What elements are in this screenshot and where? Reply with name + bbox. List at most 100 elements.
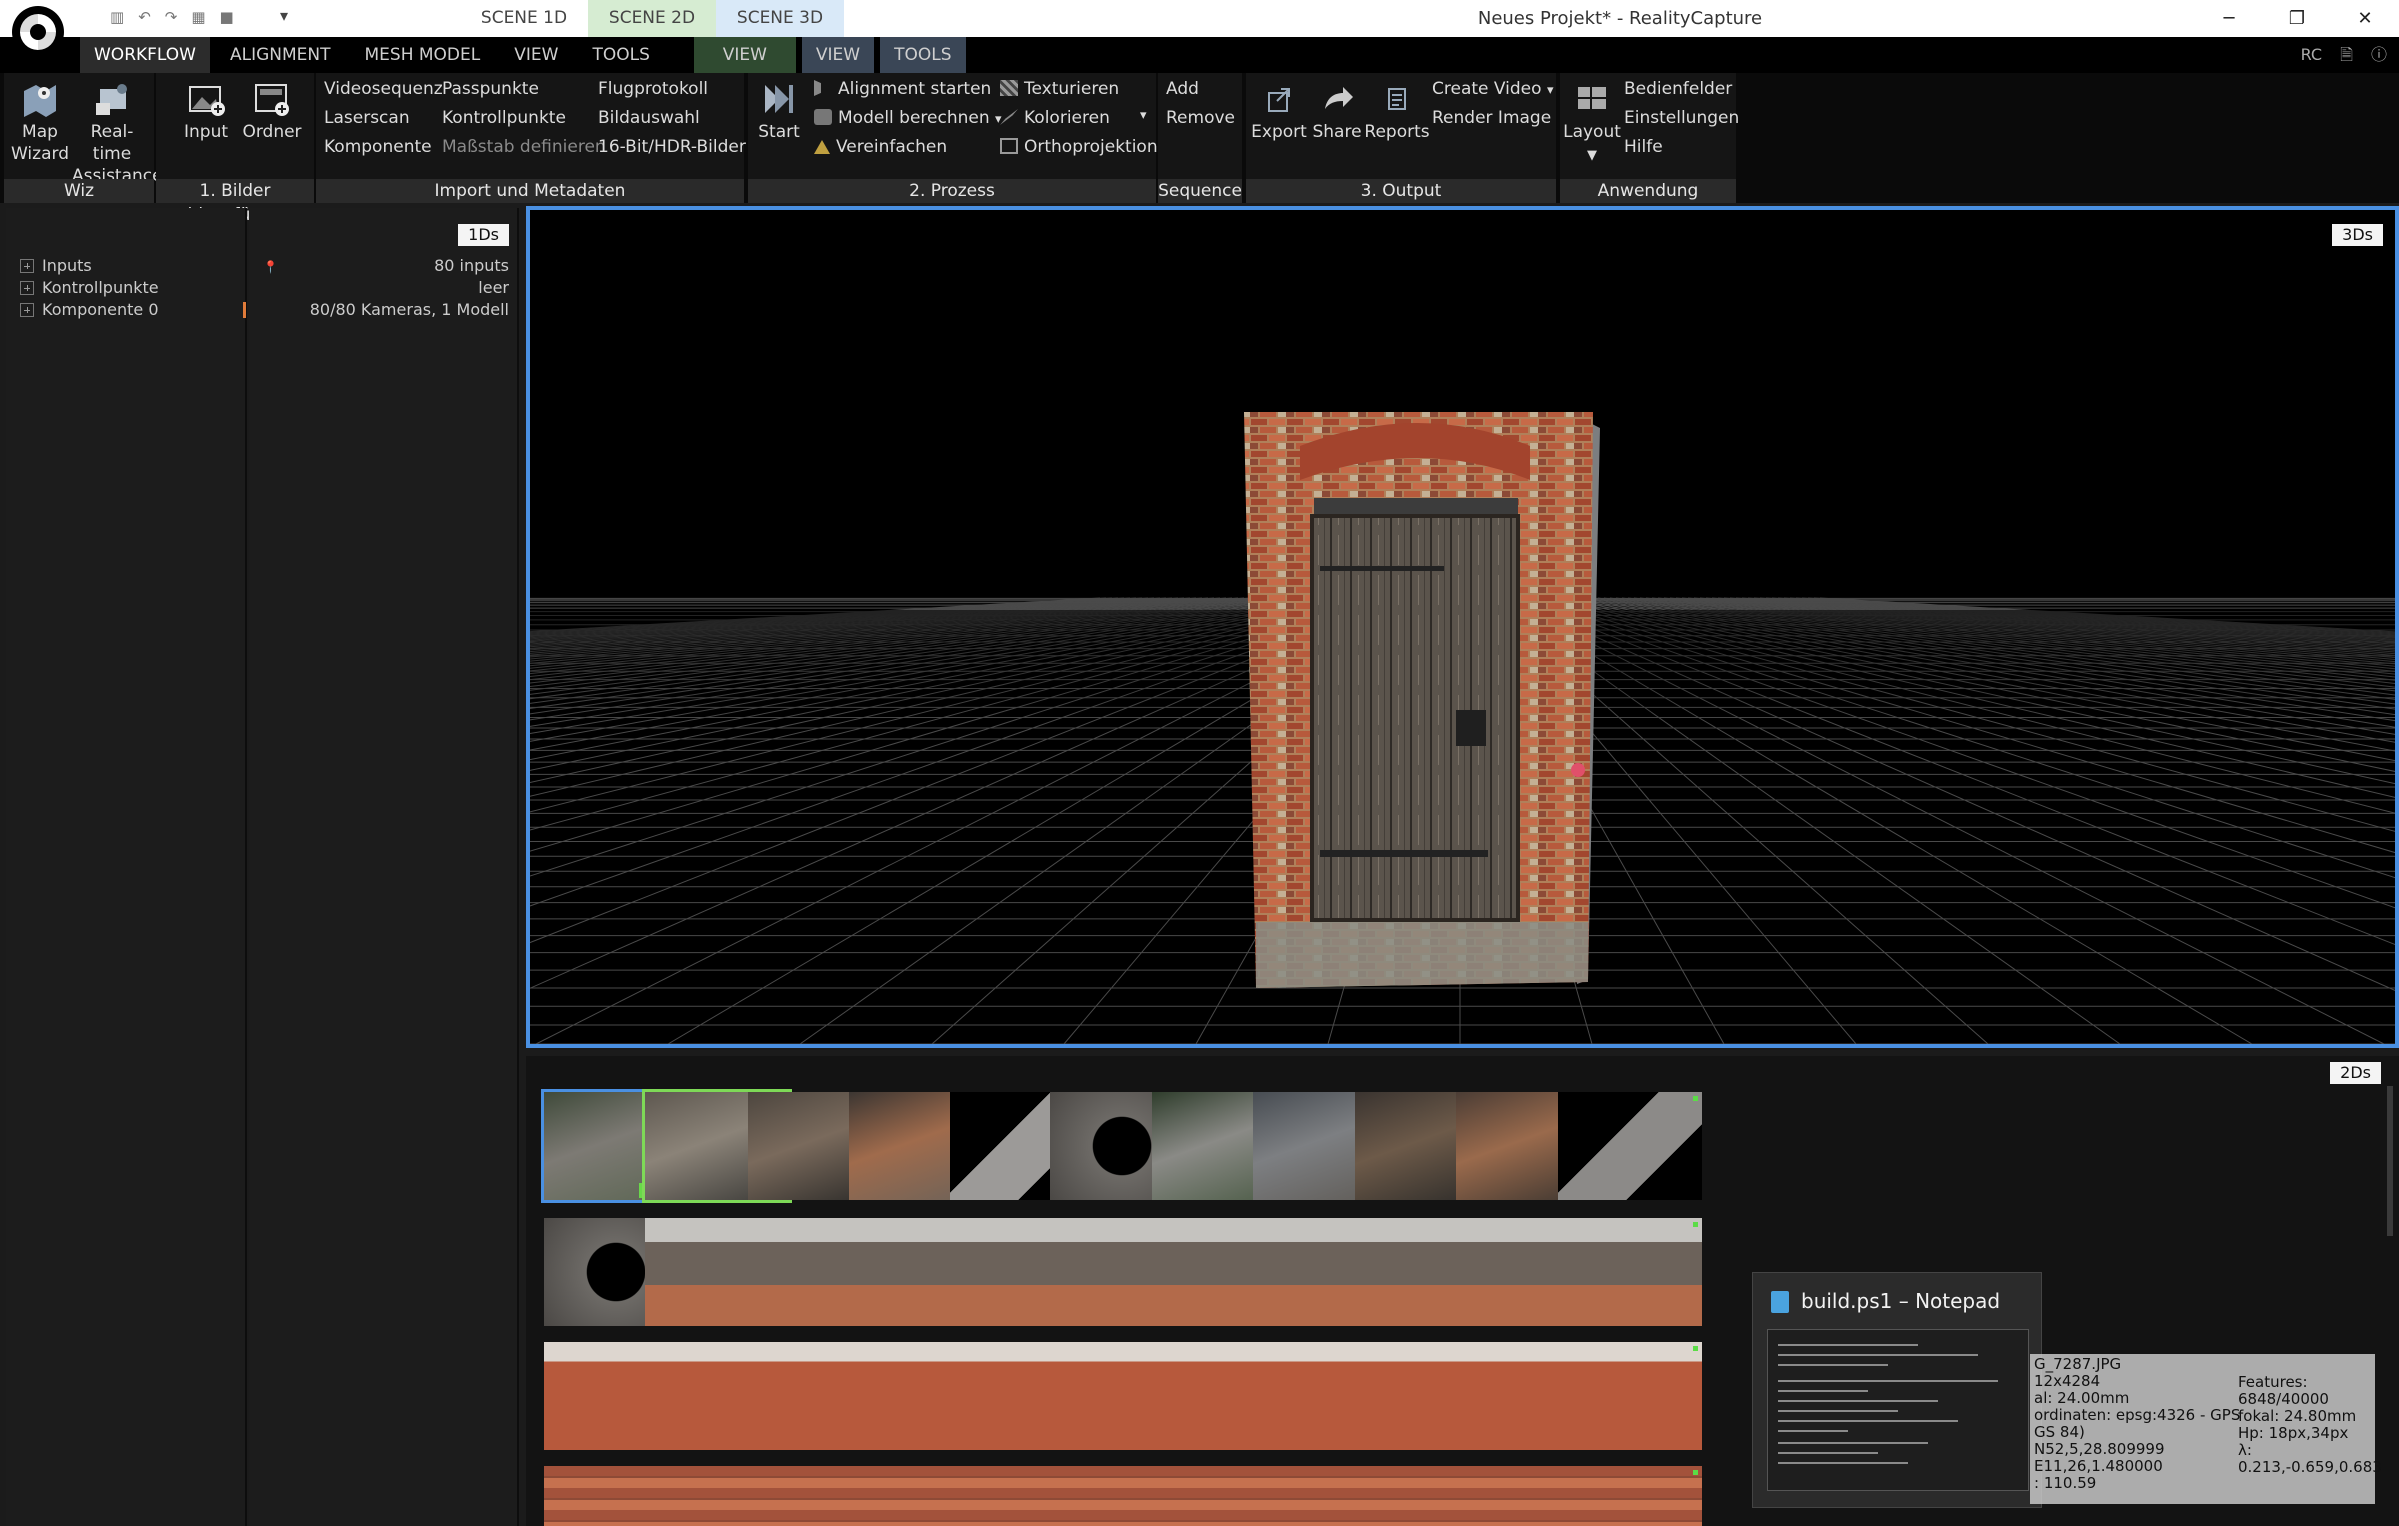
define-scale-button[interactable]: Maßstab definieren [442, 137, 606, 157]
alignment-status-dot [1693, 1222, 1698, 1227]
export-icon [1268, 88, 1290, 112]
ribbon-group-label: Import und Metadaten [316, 179, 744, 203]
pane-badge-2ds[interactable]: 2Ds [2330, 1062, 2381, 1084]
panels-button[interactable]: Bedienfelder [1624, 79, 1732, 99]
settings-button[interactable]: Einstellungen [1624, 108, 1739, 128]
realtime-assistance-button[interactable]: Real-time Assistance [72, 79, 163, 187]
image-thumbnail[interactable] [1558, 1218, 1702, 1326]
window-title: Neues Projekt* - RealityCapture [1477, 8, 1763, 29]
chevron-down-icon[interactable]: ▾ [1547, 83, 1554, 98]
layout-grid-icon [1578, 87, 1606, 109]
expand-icon[interactable] [20, 303, 34, 317]
quick-access-dropdown-icon[interactable]: ▾ [280, 6, 288, 25]
hp-value: Hp: 18px,34px [2238, 1424, 2349, 1442]
undo-icon[interactable]: ↶ [138, 8, 151, 26]
image-add-icon [189, 86, 225, 116]
export-button[interactable]: Export [1250, 79, 1308, 143]
texture-icon [1000, 80, 1018, 96]
tab-mesh-model[interactable]: MESH MODEL [351, 37, 495, 73]
restore-icon[interactable]: ❐ [2263, 0, 2331, 37]
notepad-preview-window[interactable]: build.ps1 – Notepad [1752, 1272, 2042, 1508]
ortho-icon [1000, 138, 1018, 154]
colorize-button[interactable]: Kolorieren [1000, 108, 1110, 128]
tree-item-control-points[interactable]: Kontrollpunkte [20, 278, 159, 297]
tree-item-component[interactable]: Komponente 0 [20, 300, 159, 319]
expand-icon[interactable] [20, 259, 34, 273]
scene-1d-tab[interactable]: SCENE 1D [460, 0, 588, 37]
layout-icon[interactable]: ▦ [191, 8, 205, 26]
help-icon[interactable]: ⓘ [2371, 37, 2387, 73]
flight-log-button[interactable]: Flugprotokoll [598, 79, 708, 99]
render-image-button[interactable]: Render Image [1432, 108, 1551, 128]
videosequence-button[interactable]: Videosequenz [324, 79, 443, 99]
process-more-dropdown-icon[interactable]: ▾ [1140, 108, 1147, 123]
scene-2d-tab[interactable]: SCENE 2D [588, 0, 716, 37]
3d-viewport[interactable]: 3Ds [526, 206, 2399, 1048]
redo-icon[interactable]: ↷ [165, 8, 178, 26]
app-logo-icon[interactable] [12, 6, 64, 58]
image-thumbnail[interactable] [1558, 1342, 1702, 1450]
lambda-value: 0.213,-0.659,0.683 [2238, 1458, 2382, 1476]
laserscan-button[interactable]: Laserscan [324, 108, 410, 128]
features-label: Features: [2238, 1373, 2308, 1391]
share-button[interactable]: Share [1308, 79, 1366, 143]
minimize-icon[interactable]: ─ [2195, 0, 2263, 37]
rc-label[interactable]: RC [2301, 37, 2323, 73]
hdr-images-button[interactable]: 16-Bit/HDR-Bilder [598, 137, 746, 157]
tab-alignment[interactable]: ALIGNMENT [216, 37, 345, 73]
component-value: 80/80 Kameras, 1 Modell [309, 300, 509, 319]
tab-view[interactable]: VIEW [500, 37, 572, 73]
control-points-button[interactable]: Kontrollpunkte [442, 108, 566, 128]
chevron-down-icon[interactable]: ▼ [1587, 148, 1597, 163]
warning-triangle-icon [814, 140, 830, 154]
ribbon-group-application: Layout ▼ Bedienfelder Einstellungen Hilf… [1560, 73, 1739, 203]
texture-button[interactable]: Texturieren [1000, 79, 1119, 99]
ground-control-points-button[interactable]: Passpunkte [442, 79, 539, 99]
expand-icon[interactable] [20, 281, 34, 295]
orthoprojection-button[interactable]: Orthoprojektion [1000, 137, 1158, 157]
pane-badge-1ds[interactable]: 1Ds [458, 224, 509, 246]
tree-item-inputs[interactable]: Inputs [20, 256, 92, 275]
layout-button[interactable]: Layout ▼ [1562, 79, 1622, 167]
tab-tools[interactable]: TOOLS [578, 37, 663, 73]
panels-icon[interactable]: ▥ [110, 8, 124, 26]
image-selection-button[interactable]: Bildauswahl [598, 108, 700, 128]
scene-3d-tab[interactable]: SCENE 3D [716, 0, 844, 37]
image-thumbnail[interactable] [1558, 1092, 1702, 1200]
title-bar: ▥ ↶ ↷ ▦ ■ ▾ SCENE 1D SCENE 2D SCENE 3D N… [0, 0, 2399, 37]
notepad-thumbnail[interactable] [1767, 1329, 2029, 1491]
help-button[interactable]: Hilfe [1624, 137, 1663, 157]
calculate-model-button[interactable]: Modell berechnen ▾ [814, 108, 1002, 128]
ribbon-group-output: Export Share Reports Create Video ▾ Rend… [1246, 73, 1556, 203]
tab-workflow[interactable]: WORKFLOW [80, 37, 210, 73]
close-icon[interactable]: ✕ [2331, 0, 2399, 37]
play-icon [814, 80, 832, 96]
folder-button[interactable]: Ordner [238, 79, 306, 143]
create-video-button[interactable]: Create Video ▾ [1432, 79, 1553, 99]
input-button[interactable]: Input [178, 79, 234, 143]
3d-model[interactable] [1244, 412, 1600, 988]
notepad-icon [1771, 1291, 1789, 1313]
sequence-remove-button[interactable]: Remove [1166, 108, 1235, 128]
menu-bar: WORKFLOW ALIGNMENT MESH MODEL VIEW TOOLS… [0, 37, 2399, 73]
sequence-add-button[interactable]: Add [1166, 79, 1199, 99]
alignment-status-dot [1693, 1470, 1698, 1475]
image-datum: GS 84) [2034, 1423, 2085, 1441]
start-button[interactable]: Start [756, 79, 802, 143]
start-alignment-button[interactable]: Alignment starten [814, 79, 991, 99]
stop-icon[interactable]: ■ [220, 8, 234, 26]
reports-button[interactable]: Reports [1364, 79, 1430, 143]
tab-2d-view[interactable]: VIEW [693, 37, 796, 73]
control-points-value: leer [478, 278, 509, 297]
tab-3d-tools[interactable]: TOOLS [880, 37, 966, 73]
tab-3d-view[interactable]: VIEW [801, 37, 875, 73]
component-button[interactable]: Komponente [324, 137, 432, 157]
vertical-scrollbar[interactable] [2387, 1086, 2393, 1236]
simplify-button[interactable]: Vereinfachen [814, 137, 947, 157]
image-thumbnail[interactable] [1558, 1466, 1702, 1526]
document-icon[interactable]: 🗎 [2340, 37, 2353, 73]
image-resolution: 12x4284 [2034, 1372, 2101, 1390]
pane-badge-3ds[interactable]: 3Ds [2332, 224, 2383, 246]
brush-icon [1000, 109, 1018, 125]
map-wizard-button[interactable]: Map Wizard [10, 79, 70, 165]
